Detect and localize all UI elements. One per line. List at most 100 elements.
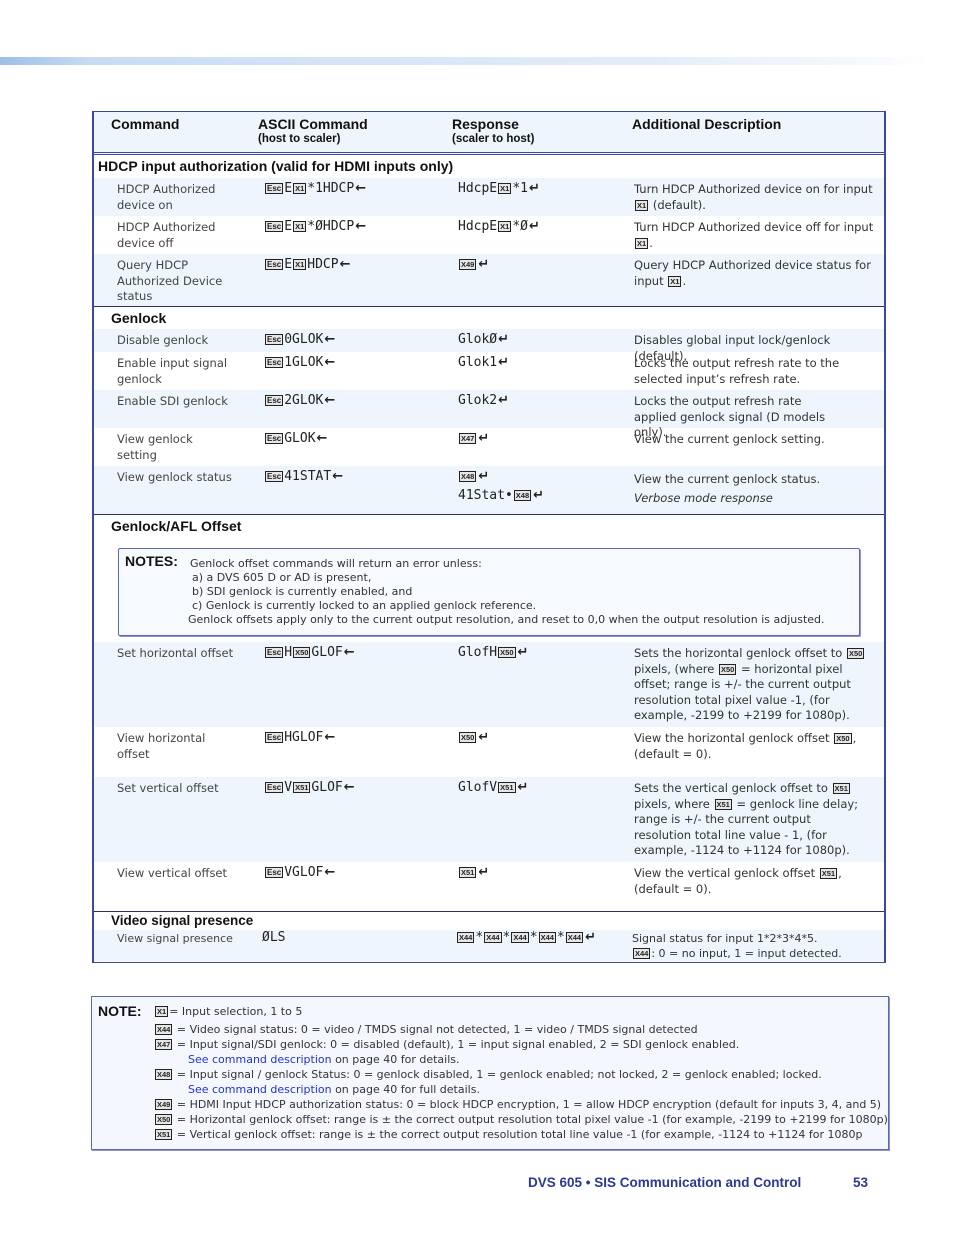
notes-label: NOTES: xyxy=(125,553,178,569)
command-name: Query HDCP Authorized Device status xyxy=(117,258,223,303)
description: View the vertical genlock offset X51, (d… xyxy=(634,866,870,897)
ascii-text: 2GLOK xyxy=(284,393,324,408)
description-text: Turn HDCP Authorized device on for input xyxy=(634,182,873,196)
note-item: X49 = HDMI Input HDCP authorization stat… xyxy=(154,1098,881,1111)
section-title-hdcp: HDCP input authorization (valid for HDMI… xyxy=(98,158,454,174)
esc-key-icon: Esc xyxy=(265,433,284,444)
return-arrow-icon: ↵ xyxy=(478,431,490,446)
variable-x1-icon: X1 xyxy=(293,183,307,194)
enter-arrow-icon: ← xyxy=(324,730,336,745)
col-response-subheader: (scaler to host) xyxy=(452,133,535,145)
description: Turn HDCP Authorized device on for input… xyxy=(634,182,874,213)
variable-x51-icon: X51 xyxy=(155,1129,173,1140)
esc-key-icon: Esc xyxy=(265,259,284,270)
response-text: Glok2 xyxy=(458,393,498,408)
separator: * xyxy=(475,930,484,945)
ascii-text: GLOF xyxy=(311,645,343,660)
description: Signal status for input 1*2*3*4*5. X44: … xyxy=(632,931,882,961)
ascii-command: Esc 41STAT← xyxy=(264,469,343,484)
return-arrow-icon: ↵ xyxy=(585,930,597,945)
enter-arrow-icon: ← xyxy=(324,865,336,880)
description-text: Signal status for input 1*2*3*4*5. xyxy=(632,932,818,945)
enter-arrow-icon: ← xyxy=(339,257,351,272)
note-item: X48 = Input signal / genlock Status: 0 =… xyxy=(154,1068,822,1081)
note-text: = Input selection, 1 to 5 xyxy=(169,1005,303,1018)
description: Sets the vertical genlock offset to X51 … xyxy=(634,781,870,859)
esc-key-icon: Esc xyxy=(265,395,284,406)
response: X50 ↵ xyxy=(458,728,489,747)
enter-arrow-icon: ← xyxy=(316,431,328,446)
col-ascii-subheader: (host to scaler) xyxy=(258,133,341,145)
command-name: View signal presence xyxy=(117,932,233,945)
table-row: View vertical offset Esc VGLOF← X51 ↵ View… xyxy=(94,862,884,910)
response: GlofV X51 ↵ xyxy=(458,778,528,797)
see-command-description-link[interactable]: See command description xyxy=(188,1083,332,1096)
response: HdcpE X1 *1↵ xyxy=(458,179,540,198)
variable-x51-icon: X51 xyxy=(498,782,516,793)
table-row: View horizontal offset Esc HGLOF← X50 ↵ Vi… xyxy=(94,727,884,777)
description-text: View the vertical genlock offset xyxy=(634,866,816,880)
return-arrow-icon: ↵ xyxy=(517,645,529,660)
ascii-command: Esc E X1 *ØHDCP← xyxy=(264,219,366,234)
note-text: = HDMI Input HDCP authorization status: … xyxy=(173,1098,882,1111)
command-name: Enable SDI genlock xyxy=(117,394,228,408)
ascii-text: GLOF xyxy=(311,780,343,795)
ascii-command: Esc 0GLOK← xyxy=(264,332,335,347)
table-row: Enable input signal genlock Esc 1GLOK← Gl… xyxy=(94,352,884,390)
description-note: Verbose mode response xyxy=(634,489,874,508)
description-text: (default). xyxy=(652,197,706,212)
table-row: View signal presence ØLS X44 * X44 * X44 * X44… xyxy=(94,930,884,961)
separator: * xyxy=(502,930,511,945)
description-text: View the horizontal genlock offset xyxy=(634,731,830,745)
variable-x50-icon: X50 xyxy=(847,648,865,659)
return-arrow-icon: ↵ xyxy=(498,355,510,370)
esc-key-icon: Esc xyxy=(265,782,284,793)
table-row: Disable genlock Esc 0GLOK← GlokØ↵ Disable… xyxy=(94,329,884,363)
description: View the current genlock status. Verbose… xyxy=(634,470,874,508)
separator: * xyxy=(529,930,538,945)
response-text: HdcpE xyxy=(458,181,498,196)
response: HdcpE X1 *Ø↵ xyxy=(458,217,540,236)
response: X44 * X44 * X44 * X44 * X44 ↵ xyxy=(456,928,596,947)
col-description-header: Additional Description xyxy=(632,116,782,132)
section-divider xyxy=(94,911,884,912)
ascii-command: Esc V X51 GLOF← xyxy=(264,780,355,795)
variable-x51-icon: X51 xyxy=(293,782,311,793)
description-text: pixels, (where xyxy=(634,661,715,676)
ascii-text: 1GLOK xyxy=(284,355,324,370)
description: Locks the output refresh rate to the sel… xyxy=(634,356,840,386)
variable-x51-icon: X51 xyxy=(819,868,838,879)
command-name: View horizontal offset xyxy=(117,731,206,761)
ascii-text: 41STAT xyxy=(284,469,332,484)
command-name: Disable genlock xyxy=(117,333,209,347)
response: X51 ↵ xyxy=(458,863,489,882)
col-response-header: Response xyxy=(452,116,519,132)
note-text: = Input signal/SDI genlock: 0 = disabled… xyxy=(173,1038,740,1051)
ascii-text: 0GLOK xyxy=(284,332,324,347)
section-divider xyxy=(94,306,884,307)
note-text: = Input signal / genlock Status: 0 = gen… xyxy=(173,1068,822,1081)
note-text: = Horizontal genlock offset: range is ± … xyxy=(173,1113,888,1126)
response: GlofH X50 ↵ xyxy=(458,643,528,662)
variable-x1-icon: X1 xyxy=(498,221,512,232)
variable-x48-icon: X48 xyxy=(459,471,477,482)
variable-x50-icon: X50 xyxy=(293,647,311,658)
ascii-command: ØLS xyxy=(262,930,286,945)
note-item: X47 = Input signal/SDI genlock: 0 = disa… xyxy=(154,1038,739,1051)
footer-title: DVS 605 • SIS Communication and Control xyxy=(528,1175,802,1190)
see-command-description-link[interactable]: See command description xyxy=(188,1053,332,1066)
enter-arrow-icon: ← xyxy=(343,645,355,660)
response-text: GlofV xyxy=(458,780,498,795)
return-arrow-icon: ↵ xyxy=(533,488,545,503)
esc-key-icon: Esc xyxy=(265,357,284,368)
enter-arrow-icon: ← xyxy=(324,355,336,370)
table-row: HDCP Authorized device off Esc E X1 *ØHDCP←… xyxy=(94,216,884,254)
variable-x50-icon: X50 xyxy=(498,647,516,658)
response: X48 ↵ 41Stat• X48 ↵ xyxy=(458,467,544,505)
esc-key-icon: Esc xyxy=(265,471,284,482)
enter-arrow-icon: ← xyxy=(324,332,336,347)
table-row: View genlock setting Esc GLOK← X47 ↵ View … xyxy=(94,428,884,466)
command-name: View genlock setting xyxy=(117,432,193,462)
command-table: Command ASCII Command (host to scaler) R… xyxy=(92,111,886,963)
variable-x49-icon: X49 xyxy=(459,259,477,270)
